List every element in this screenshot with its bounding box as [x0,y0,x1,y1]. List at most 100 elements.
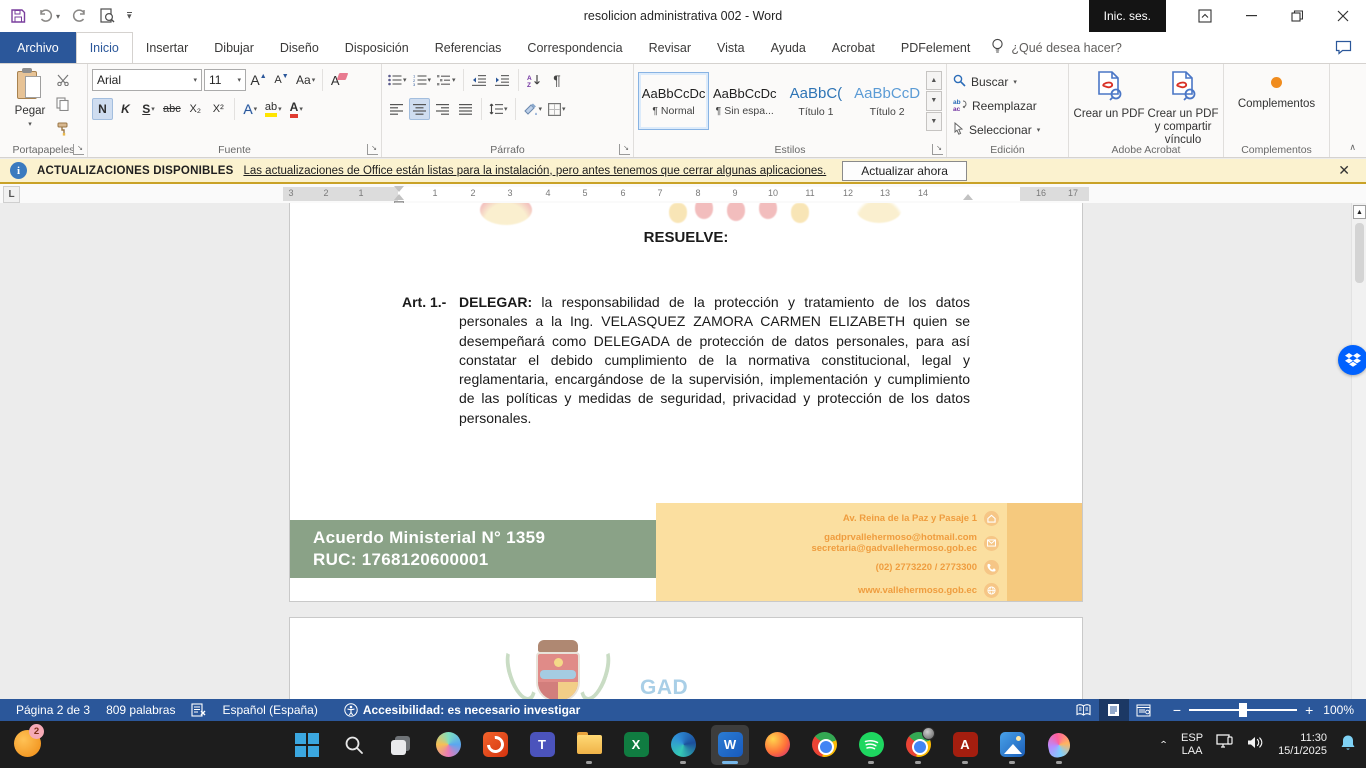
sign-in-button[interactable]: Inic. ses. [1089,0,1166,32]
paragraph-dialog-launcher[interactable]: ↘ [619,144,630,155]
borders-button[interactable]: ▾ [546,98,568,120]
align-center-button[interactable] [409,98,430,120]
align-right-button[interactable] [432,98,453,120]
shading-button[interactable]: ▾ [521,98,545,120]
multilevel-list-button[interactable]: ▾ [435,69,458,91]
spotify-icon[interactable] [852,725,890,765]
style-normal[interactable]: AaBbCcDc ¶ Normal [638,72,709,130]
zoom-in-icon[interactable]: + [1305,705,1313,715]
styles-gallery-more[interactable]: ▼ [926,112,942,131]
zoom-out-icon[interactable]: − [1173,705,1181,715]
font-color-button[interactable]: A▾ [286,98,307,120]
select-button[interactable]: Seleccionar▾ [951,119,1064,140]
zoom-handle[interactable] [1239,703,1247,717]
tab-referencias[interactable]: Referencias [422,32,515,63]
acrobat-icon[interactable]: A [946,725,984,765]
document-page-1[interactable]: RESUELVE: Art. 1.- DELEGAR: la responsab… [289,203,1083,602]
bullets-button[interactable]: ▾ [386,69,409,91]
style-no-spacing[interactable]: AaBbCcDc ¶ Sin espa... [709,72,780,130]
update-link[interactable]: Las actualizaciones de Office están list… [243,165,826,177]
addins-button[interactable]: Complementos [1228,67,1325,139]
document-page-2[interactable]: GAD PARROQUIAL [289,617,1083,699]
first-line-indent-marker[interactable] [394,186,404,192]
text-effects-button[interactable]: A▾ [240,98,261,120]
tab-correspondencia[interactable]: Correspondencia [514,32,635,63]
underline-button[interactable]: S▾ [138,98,159,120]
styles-dialog-launcher[interactable]: ↘ [932,144,943,155]
vertical-scrollbar[interactable]: ▲ [1351,203,1366,699]
highlight-button[interactable]: ab▾ [263,98,284,120]
zoom-level[interactable]: 100% [1323,703,1354,717]
firefox-icon[interactable] [758,725,796,765]
tab-ayuda[interactable]: Ayuda [758,32,819,63]
pdfelement-icon[interactable] [476,725,514,765]
format-painter-icon[interactable] [56,122,70,141]
cut-icon[interactable] [56,73,70,91]
language-indicator[interactable]: Español (España) [222,703,317,717]
tell-me-box[interactable]: ¿Qué desea hacer? [991,32,1122,63]
network-icon[interactable] [1216,734,1234,755]
zoom-slider[interactable]: − + [1173,705,1313,715]
bold-button[interactable]: N [92,98,113,120]
clipboard-dialog-launcher[interactable]: ↘ [73,144,84,155]
tab-insertar[interactable]: Insertar [133,32,201,63]
grow-font-button[interactable]: A▲ [248,69,269,91]
chrome-icon[interactable] [805,725,843,765]
photos-icon[interactable] [993,725,1031,765]
tab-dibujar[interactable]: Dibujar [201,32,267,63]
increase-indent-button[interactable] [492,69,513,91]
tray-chevron-icon[interactable]: ⌃ [1159,739,1168,749]
document-canvas[interactable]: RESUELVE: Art. 1.- DELEGAR: la responsab… [0,203,1366,699]
scroll-up-arrow[interactable]: ▲ [1353,205,1366,219]
superscript-button[interactable]: X² [208,98,229,120]
show-marks-button[interactable]: ¶ [547,69,568,91]
excel-icon[interactable]: X [617,725,655,765]
notification-bell-icon[interactable] [1340,734,1356,756]
read-mode-button[interactable] [1069,699,1099,721]
accessibility-status[interactable]: Accesibilidad: es necesario investigar [344,703,580,717]
chrome-profile-icon[interactable] [899,725,937,765]
scroll-thumb[interactable] [1355,223,1364,283]
language-switcher[interactable]: ESP LAA [1181,732,1203,757]
subscript-button[interactable]: X₂ [185,98,206,120]
copy-icon[interactable] [56,97,70,116]
page-indicator[interactable]: Página 2 de 3 [16,703,90,717]
change-case-button[interactable]: Aa▾ [294,69,317,91]
sort-button[interactable]: AZ [524,69,545,91]
message-close-icon[interactable]: ✕ [1338,162,1356,179]
style-heading2[interactable]: AaBbCcD Título 2 [852,72,923,130]
paste-button[interactable]: Pegar ▾ [4,67,56,139]
strikethrough-button[interactable]: abc [161,98,183,120]
task-view-button[interactable] [382,725,420,765]
dropbox-badge-icon[interactable] [1338,345,1366,375]
taskbar-clock[interactable]: 11:30 15/1/2025 [1278,732,1327,758]
create-pdf-share-button[interactable]: Crear un PDF y compartir vínculo [1147,67,1219,147]
clear-formatting-button[interactable]: A [328,69,349,91]
close-button[interactable] [1320,0,1366,32]
edge-icon[interactable] [664,725,702,765]
find-button[interactable]: Buscar▾ [951,71,1064,92]
file-explorer-icon[interactable] [570,725,608,765]
restore-button[interactable] [1274,0,1320,32]
proofing-icon[interactable] [191,703,206,717]
replace-button[interactable]: abac Reemplazar [951,95,1064,116]
minimize-button[interactable] [1228,0,1274,32]
print-layout-button[interactable] [1099,699,1129,721]
tab-disposicion[interactable]: Disposición [332,32,422,63]
tab-stop-selector[interactable]: L [3,186,20,203]
ribbon-display-options-button[interactable] [1182,0,1228,32]
decrease-indent-button[interactable] [469,69,490,91]
font-dialog-launcher[interactable]: ↘ [367,144,378,155]
italic-button[interactable]: K [115,98,136,120]
collapse-ribbon-icon[interactable]: ∧ [1349,142,1356,153]
hanging-indent-marker[interactable] [394,194,404,200]
line-spacing-button[interactable]: ▾ [487,98,510,120]
right-indent-marker[interactable] [963,194,973,200]
styles-scroll-up[interactable]: ▲ [926,71,942,90]
styles-scroll-down[interactable]: ▼ [926,91,942,110]
style-heading1[interactable]: AaBbC( Título 1 [780,72,851,130]
tab-diseno[interactable]: Diseño [267,32,332,63]
start-button[interactable] [288,725,326,765]
search-button[interactable] [335,725,373,765]
tab-revisar[interactable]: Revisar [636,32,704,63]
